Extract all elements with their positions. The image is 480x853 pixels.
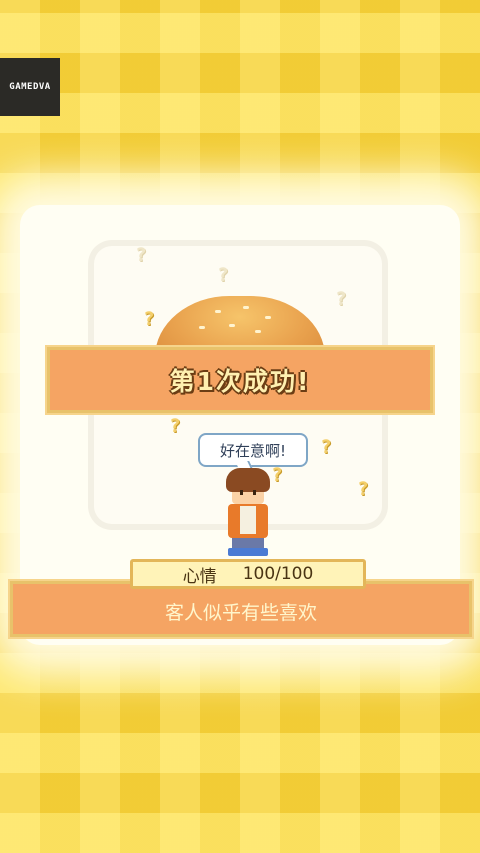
speech-bubble: 好在意啊! [198, 433, 308, 467]
question-mark-icon: ? [320, 436, 332, 458]
question-mark-icon: ? [217, 264, 229, 286]
mood-label: 心情 [182, 566, 217, 587]
question-mark-icon: ? [135, 244, 147, 266]
customer-sprite [222, 468, 274, 556]
question-mark-icon: ? [169, 415, 181, 437]
question-mark-icon: ? [335, 288, 347, 310]
gamedva-logo: GAMEDVA [0, 58, 60, 116]
mood-bar: 心情 100/100 [130, 559, 366, 589]
message-banner: 客人似乎有些喜欢 [10, 581, 472, 637]
speech-text: 好在意啊! [219, 441, 286, 460]
success-banner: 第1次成功! [47, 347, 433, 413]
success-text: 第1次成功! [169, 367, 311, 396]
question-mark-icon: ? [357, 478, 369, 500]
message-text: 客人似乎有些喜欢 [164, 601, 317, 624]
question-mark-icon: ? [143, 308, 155, 330]
mood-value: 100/100 [242, 564, 314, 584]
